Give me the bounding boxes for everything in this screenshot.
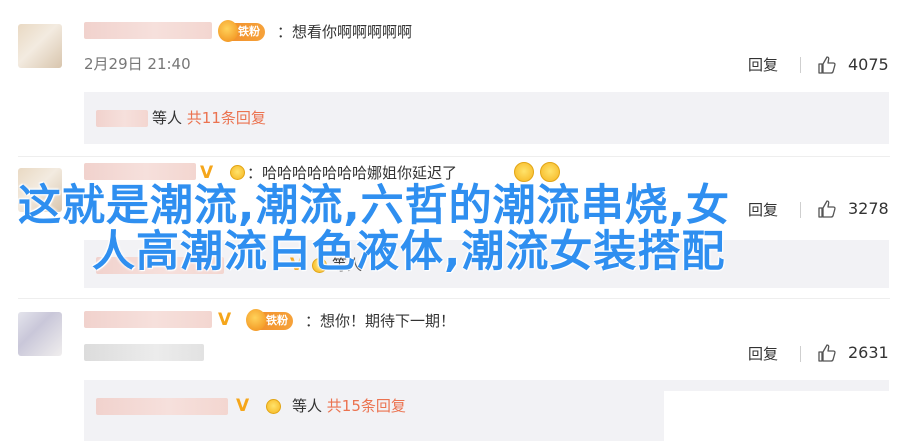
overlay-headline-line-2: 人高潮流白色液体,潮流女装搭配: [92, 227, 726, 277]
comment-timestamp: 2月29日 21:40: [84, 55, 191, 73]
reply-count-link[interactable]: 共11条回复: [187, 109, 266, 127]
username[interactable]: [84, 163, 196, 180]
verified-v-icon: V: [218, 310, 232, 330]
like-count: 3278: [848, 199, 889, 218]
thumbs-up-icon[interactable]: [817, 343, 837, 363]
member-icon: [230, 165, 245, 180]
overlay-headline-line-1: 这就是潮流,潮流,六哲的潮流串烧,女: [18, 181, 731, 231]
fan-badge: 铁粉: [246, 309, 293, 331]
thumbs-up-icon[interactable]: [817, 199, 837, 219]
like-count: 4075: [848, 55, 889, 74]
reply-summary: 等人 共15条回复: [292, 397, 406, 415]
timestamp-blurred: [84, 344, 204, 361]
reply-button[interactable]: 回复: [748, 55, 778, 75]
member-icon: [266, 399, 281, 414]
medal-icon: [218, 20, 238, 42]
divider: [18, 156, 890, 157]
medal-icon: [246, 309, 266, 331]
comment-text: ：想你！期待下一期！: [305, 312, 456, 330]
thumbs-up-icon[interactable]: [817, 55, 837, 75]
separator: [800, 202, 801, 218]
like-count: 2631: [848, 343, 889, 362]
avatar[interactable]: [18, 312, 62, 356]
reply-count-link[interactable]: 共15条回复: [327, 397, 406, 415]
emoji-laugh-icon: [514, 162, 534, 182]
occlusion-box: [664, 391, 916, 441]
comment-text: ：想看你啊啊啊啊啊: [277, 23, 413, 41]
emoji-laugh-icon: [540, 162, 560, 182]
reply-username[interactable]: [96, 110, 148, 127]
avatar[interactable]: [18, 24, 62, 68]
separator: [800, 57, 801, 73]
username[interactable]: [84, 22, 212, 39]
reply-button[interactable]: 回复: [748, 344, 778, 364]
fan-badge: 铁粉: [218, 20, 265, 42]
reply-button[interactable]: 回复: [748, 200, 778, 220]
username[interactable]: [84, 311, 212, 328]
separator: [800, 346, 801, 362]
reply-username[interactable]: [96, 398, 228, 415]
reply-summary: 等人 共11条回复: [152, 109, 266, 127]
verified-v-icon: V: [236, 396, 250, 416]
divider: [18, 298, 890, 299]
